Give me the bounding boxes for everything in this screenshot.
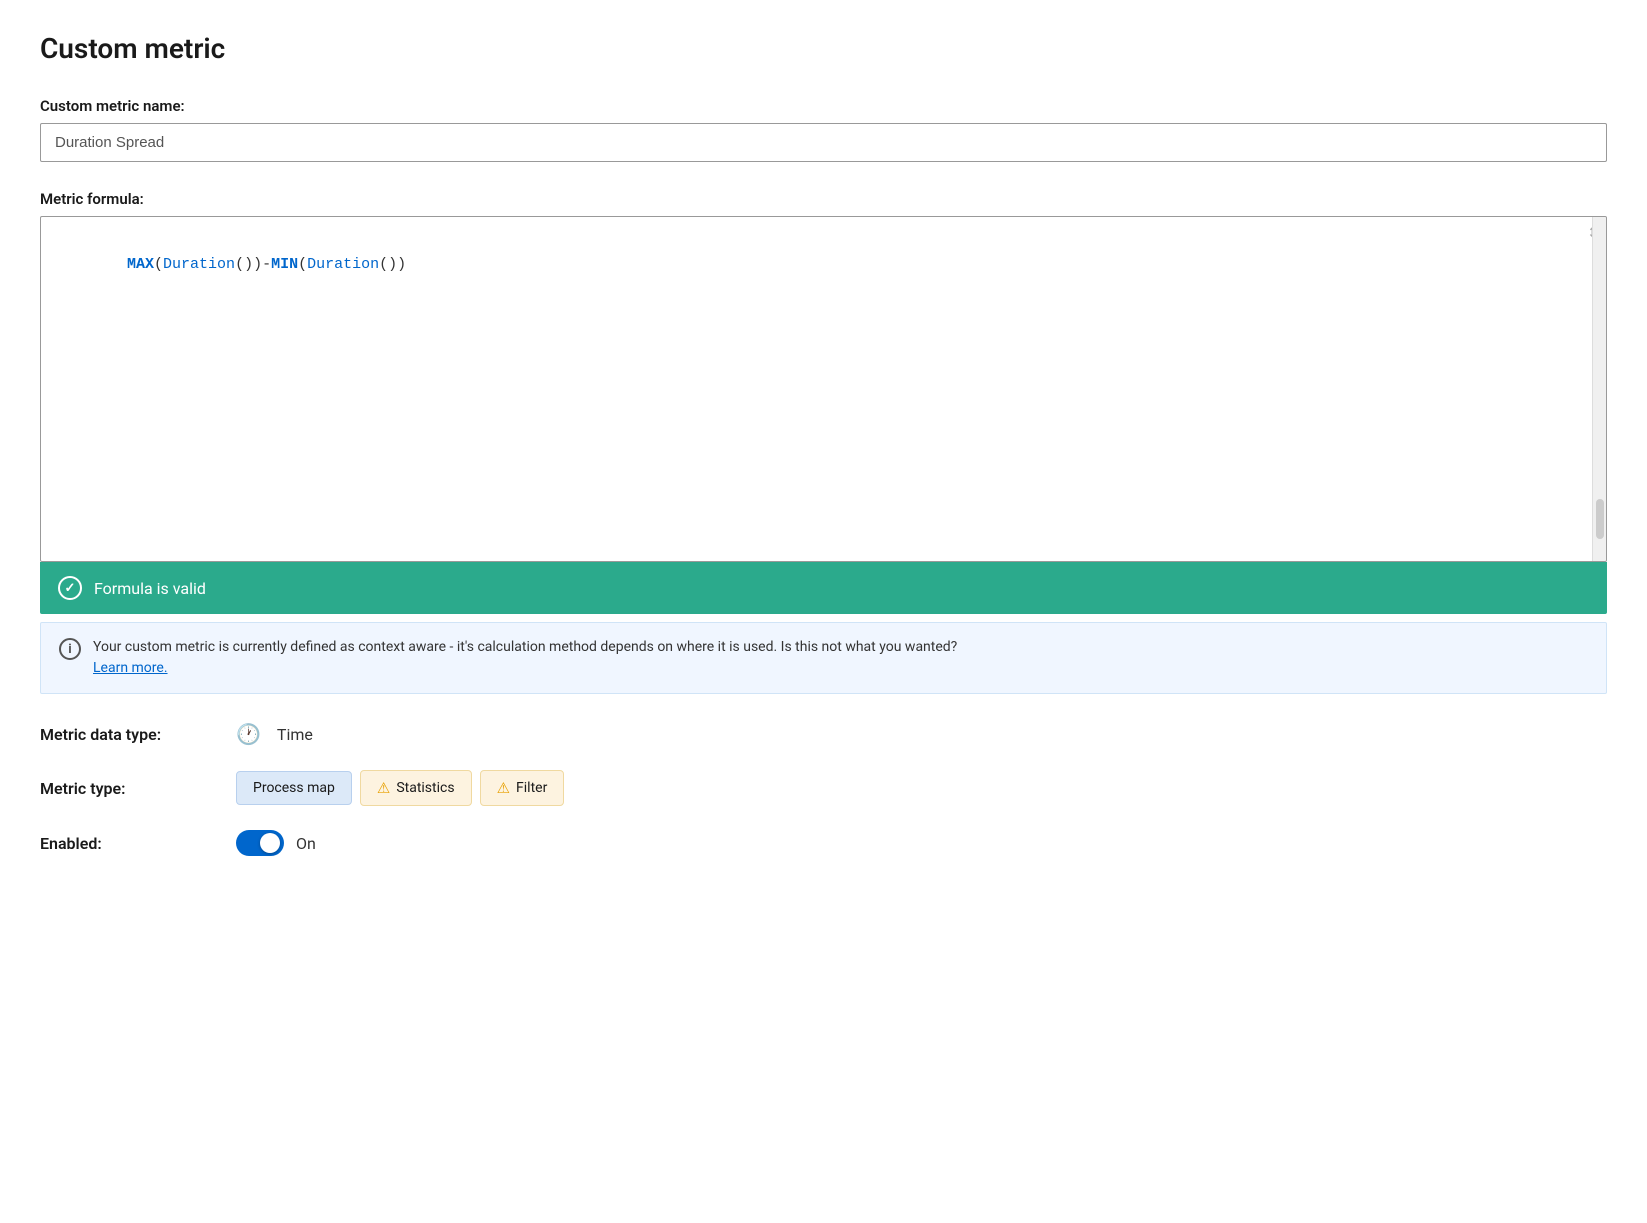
chip-process-map[interactable]: Process map bbox=[236, 771, 352, 805]
chip-statistics-label: Statistics bbox=[396, 780, 454, 796]
metric-name-section: Custom metric name: bbox=[40, 97, 1607, 162]
formula-label: Metric formula: bbox=[40, 190, 1607, 208]
formula-section: Metric formula: ⇕ MAX(Duration())-MIN(Du… bbox=[40, 190, 1607, 694]
toggle-thumb bbox=[260, 833, 280, 853]
formula-textarea[interactable]: MAX(Duration())-MIN(Duration()) bbox=[41, 217, 1606, 557]
formula-editor-wrapper: ⇕ MAX(Duration())-MIN(Duration()) MAX(Du… bbox=[40, 216, 1607, 562]
chip-filter[interactable]: ⚠ Filter bbox=[480, 770, 565, 806]
info-banner: i Your custom metric is currently define… bbox=[40, 622, 1607, 694]
formula-container: ⇕ MAX(Duration())-MIN(Duration()) MAX(Du… bbox=[40, 216, 1607, 614]
enabled-state-text: On bbox=[296, 834, 316, 853]
metric-data-type-row: Metric data type: 🕐 Time bbox=[40, 722, 1607, 746]
metric-type-row: Metric type: Process map ⚠ Statistics ⚠ … bbox=[40, 770, 1607, 806]
valid-check-icon: ✓ bbox=[58, 576, 82, 600]
chip-statistics[interactable]: ⚠ Statistics bbox=[360, 770, 472, 806]
chip-process-map-label: Process map bbox=[253, 780, 335, 796]
metric-type-label: Metric type: bbox=[40, 779, 220, 798]
learn-more-link[interactable]: Learn more. bbox=[93, 660, 168, 676]
clock-icon: 🕐 bbox=[236, 722, 261, 746]
formula-valid-banner: ✓ Formula is valid bbox=[40, 562, 1607, 614]
info-icon: i bbox=[59, 638, 81, 660]
enabled-row: Enabled: On bbox=[40, 830, 1607, 856]
metric-name-input[interactable] bbox=[40, 123, 1607, 162]
scrollbar-thumb bbox=[1596, 499, 1604, 539]
info-text: Your custom metric is currently defined … bbox=[93, 637, 957, 679]
info-message: Your custom metric is currently defined … bbox=[93, 639, 957, 655]
metric-data-type-label: Metric data type: bbox=[40, 725, 220, 744]
chip-statistics-warning-icon: ⚠ bbox=[377, 779, 390, 797]
enabled-toggle[interactable] bbox=[236, 830, 284, 856]
metric-name-label: Custom metric name: bbox=[40, 97, 1607, 115]
page-title: Custom metric bbox=[40, 32, 1607, 65]
metric-type-chips: Process map ⚠ Statistics ⚠ Filter bbox=[236, 770, 564, 806]
valid-message: Formula is valid bbox=[94, 579, 206, 598]
data-type-value: Time bbox=[277, 725, 313, 744]
enabled-label: Enabled: bbox=[40, 834, 220, 853]
chip-filter-warning-icon: ⚠ bbox=[497, 779, 510, 797]
chip-filter-label: Filter bbox=[516, 780, 547, 796]
formula-scrollbar[interactable] bbox=[1592, 217, 1606, 561]
toggle-container: On bbox=[236, 830, 316, 856]
